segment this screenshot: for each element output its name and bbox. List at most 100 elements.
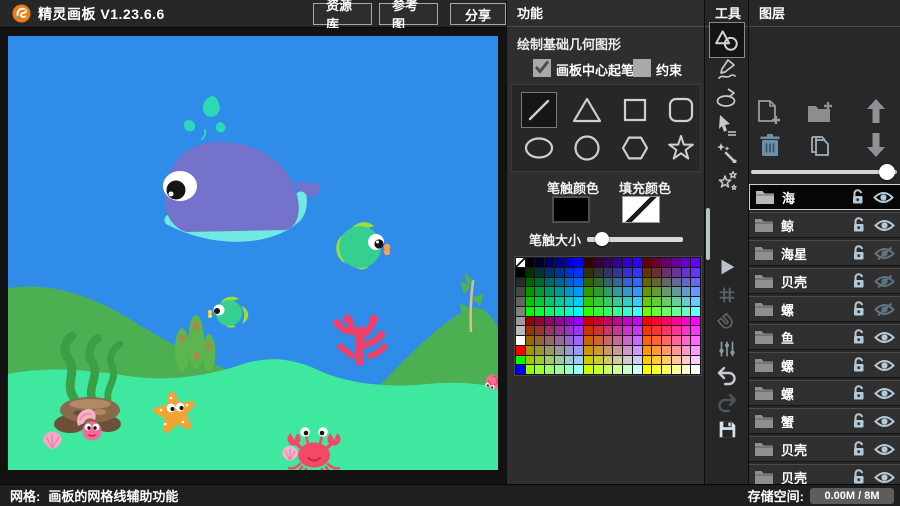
palette-color[interactable] <box>594 307 603 316</box>
palette-color[interactable] <box>633 297 642 306</box>
palette-color[interactable] <box>565 336 574 345</box>
shape-circle-button[interactable] <box>569 130 605 166</box>
shape-rounded-square-button[interactable] <box>663 92 699 128</box>
palette-color[interactable] <box>584 297 593 306</box>
palette-color[interactable] <box>535 307 544 316</box>
palette-color[interactable] <box>584 268 593 277</box>
palette-color[interactable] <box>633 278 642 287</box>
palette-color[interactable] <box>565 287 574 296</box>
palette-color[interactable] <box>691 297 700 306</box>
shape-ellipse-button[interactable] <box>521 130 557 166</box>
layer-row[interactable]: 螺 <box>749 352 900 378</box>
palette-color[interactable] <box>623 326 632 335</box>
layer-row[interactable]: 螺 <box>749 380 900 406</box>
palette-color[interactable] <box>565 258 574 267</box>
palette-color[interactable] <box>604 278 613 287</box>
palette-color[interactable] <box>555 365 564 374</box>
palette-color[interactable] <box>545 336 554 345</box>
layer-opacity-slider[interactable] <box>751 170 897 174</box>
palette-color[interactable] <box>565 307 574 316</box>
palette-color[interactable] <box>516 268 525 277</box>
palette-color[interactable] <box>574 317 583 326</box>
eye-visible-icon[interactable] <box>874 330 895 345</box>
palette-color[interactable] <box>672 346 681 355</box>
palette-color[interactable] <box>682 336 691 345</box>
save-tool-button[interactable] <box>709 414 745 444</box>
palette-color[interactable] <box>555 287 564 296</box>
palette-color[interactable] <box>584 346 593 355</box>
layer-row[interactable]: 贝壳 <box>749 464 900 484</box>
palette-color[interactable] <box>604 258 613 267</box>
palette-color[interactable] <box>672 258 681 267</box>
palette-color[interactable] <box>584 278 593 287</box>
palette-color[interactable] <box>643 356 652 365</box>
pen-tool-button[interactable] <box>709 54 745 84</box>
palette-color[interactable] <box>662 307 671 316</box>
palette-color[interactable] <box>526 326 535 335</box>
palette-color[interactable] <box>545 287 554 296</box>
palette-color[interactable] <box>604 326 613 335</box>
palette-color[interactable] <box>633 346 642 355</box>
palette-color[interactable] <box>643 268 652 277</box>
palette-color[interactable] <box>545 346 554 355</box>
palette-color[interactable] <box>516 307 525 316</box>
palette-color[interactable] <box>604 287 613 296</box>
palette-color[interactable] <box>584 317 593 326</box>
palette-color[interactable] <box>682 326 691 335</box>
palette-color[interactable] <box>526 346 535 355</box>
palette-color[interactable] <box>672 297 681 306</box>
palette-color[interactable] <box>594 365 603 374</box>
palette-color[interactable] <box>526 307 535 316</box>
share-button[interactable]: 分享 <box>450 3 506 25</box>
palette-color[interactable] <box>623 287 632 296</box>
palette-color[interactable] <box>682 356 691 365</box>
palette-color[interactable] <box>584 356 593 365</box>
palette-color[interactable] <box>545 307 554 316</box>
palette-color[interactable] <box>526 278 535 287</box>
palette-color[interactable] <box>662 297 671 306</box>
palette-color[interactable] <box>594 297 603 306</box>
star-tool-button[interactable] <box>709 166 745 196</box>
palette-color[interactable] <box>672 287 681 296</box>
palette-color[interactable] <box>643 287 652 296</box>
palette-color[interactable] <box>623 268 632 277</box>
palette-color[interactable] <box>555 336 564 345</box>
palette-color[interactable] <box>555 356 564 365</box>
palette-color[interactable] <box>574 258 583 267</box>
palette-color[interactable] <box>623 297 632 306</box>
palette-color[interactable] <box>682 317 691 326</box>
palette-color[interactable] <box>623 356 632 365</box>
palette-color[interactable] <box>672 278 681 287</box>
palette-color[interactable] <box>604 346 613 355</box>
palette-color[interactable] <box>633 326 642 335</box>
brush-size-slider-thumb[interactable] <box>595 232 609 246</box>
palette-color[interactable] <box>526 297 535 306</box>
palette-color[interactable] <box>516 336 525 345</box>
palette-color[interactable] <box>574 356 583 365</box>
palette-color[interactable] <box>535 278 544 287</box>
palette-color[interactable] <box>643 297 652 306</box>
layer-opacity-slider-thumb[interactable] <box>879 164 895 180</box>
palette-color[interactable] <box>633 287 642 296</box>
palette-color[interactable] <box>574 307 583 316</box>
palette-color[interactable] <box>545 326 554 335</box>
palette-color[interactable] <box>545 258 554 267</box>
shape-tool-button[interactable] <box>709 22 745 58</box>
palette-color[interactable] <box>691 268 700 277</box>
layer-row[interactable]: 海星 <box>749 240 900 266</box>
palette-color[interactable] <box>604 365 613 374</box>
play-tool-button[interactable] <box>709 252 745 282</box>
palette-color[interactable] <box>535 317 544 326</box>
palette-color[interactable] <box>594 268 603 277</box>
shape-hexagon-button[interactable] <box>617 130 653 166</box>
unlock-icon[interactable] <box>851 273 867 289</box>
palette-color[interactable] <box>623 258 632 267</box>
palette-color[interactable] <box>555 346 564 355</box>
stroke-color-swatch[interactable] <box>552 196 590 223</box>
palette-color[interactable] <box>613 365 622 374</box>
palette-color[interactable] <box>555 326 564 335</box>
palette-color[interactable] <box>555 258 564 267</box>
palette-color[interactable] <box>652 278 661 287</box>
eye-visible-icon[interactable] <box>874 386 895 401</box>
palette-color[interactable] <box>682 287 691 296</box>
